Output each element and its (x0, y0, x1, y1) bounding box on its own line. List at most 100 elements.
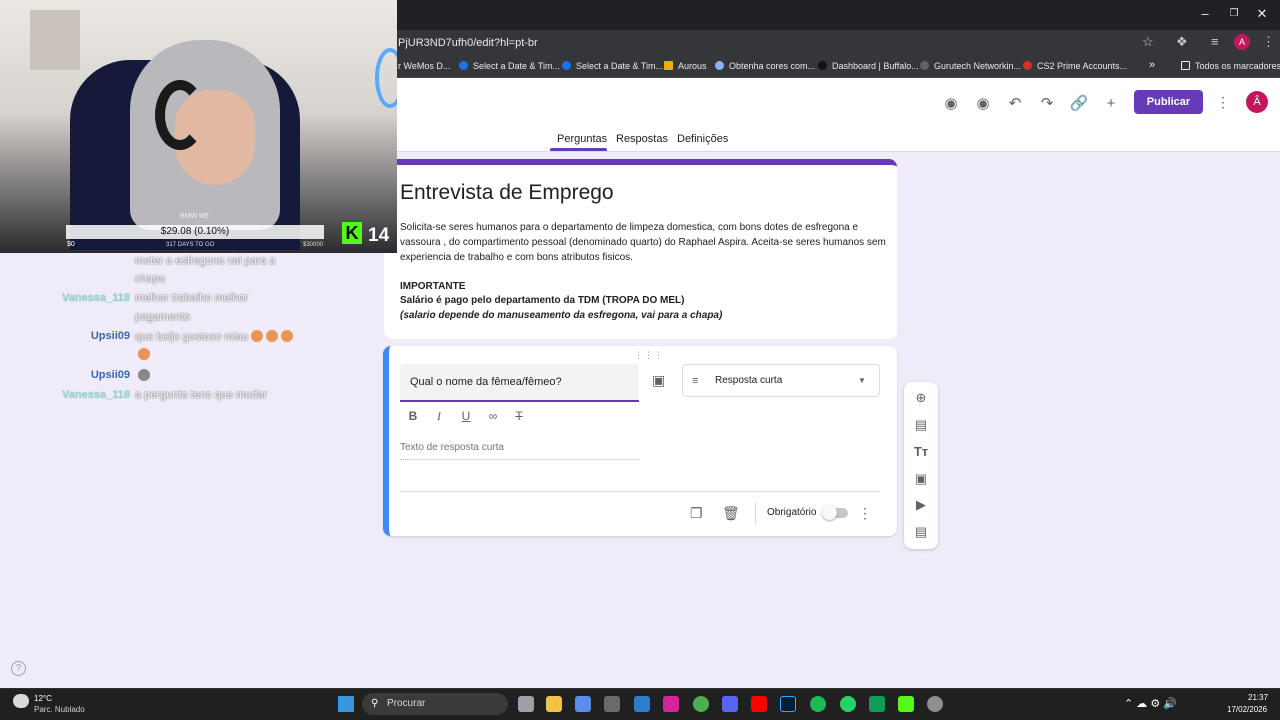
bookmark-item[interactable]: Obtenha cores com... (715, 61, 815, 71)
bookmark-item[interactable]: Select a Date & Tim... (562, 61, 663, 71)
outlook-icon[interactable] (634, 696, 650, 712)
form-description[interactable]: Solicita-se seres humanos para o departa… (400, 220, 890, 265)
delete-icon[interactable]: 🗑 (722, 505, 740, 522)
clock-date[interactable]: 17/02/2026 (1227, 705, 1267, 714)
copilot-icon[interactable] (575, 696, 591, 712)
add-video-icon[interactable]: ▶ (912, 497, 930, 513)
weather-temperature[interactable]: 12°C (34, 694, 52, 703)
taskbar-search[interactable]: Procurar (362, 693, 508, 715)
more-options-icon[interactable]: ⋮ (1216, 94, 1230, 111)
kick-app-icon[interactable] (898, 696, 914, 712)
instagram-icon[interactable] (663, 696, 679, 712)
chat-message: melhor trabalho melhor (135, 292, 249, 304)
reading-list-icon[interactable]: ≡ (1211, 34, 1219, 49)
italic-icon[interactable]: I (431, 409, 447, 424)
store-icon[interactable] (604, 696, 620, 712)
settings-icon[interactable] (927, 696, 943, 712)
footer-divider (755, 502, 756, 524)
browser-menu-icon[interactable]: ⋮ (1262, 34, 1275, 50)
weather-description[interactable]: Parc. Nublado (34, 705, 85, 714)
chat-message: meter a esfregona vai para a (135, 255, 276, 267)
ticker-min: $0 (67, 241, 75, 248)
windows-start-icon[interactable] (338, 696, 354, 712)
bookmark-item[interactable]: Select a Date & Tim... (459, 61, 560, 71)
bookmark-favicon-icon (664, 61, 673, 70)
description-important: IMPORTANTE (400, 281, 466, 292)
link-icon[interactable]: 🔗 (1069, 94, 1089, 114)
bookmark-star-icon[interactable]: ☆ (1142, 34, 1154, 50)
discord-icon[interactable] (722, 696, 738, 712)
chrome-icon[interactable] (693, 696, 709, 712)
underline-icon[interactable]: U (458, 409, 474, 423)
chat-message: a pergunta tens que mudar (135, 389, 268, 401)
question-title-input[interactable]: Qual o nome da fêmea/fêmeo? (400, 364, 639, 402)
add-question-icon[interactable]: ⊕ (912, 390, 930, 406)
emoji-icon (281, 330, 294, 342)
bookmark-item[interactable]: Dashboard | Buffalo... (818, 61, 919, 71)
bold-icon[interactable]: B (405, 409, 421, 423)
neon-light (375, 48, 397, 108)
tab-responses[interactable]: Respostas (616, 133, 668, 145)
add-collaborator-icon[interactable]: + (1101, 94, 1121, 114)
import-questions-icon[interactable]: ▤ (912, 417, 930, 433)
publish-button[interactable]: Publicar (1134, 90, 1203, 114)
user-avatar[interactable]: Â (1246, 91, 1268, 113)
bookmark-item[interactable]: Aurous (664, 61, 707, 71)
chevron-down-icon[interactable]: ▼ (858, 376, 866, 385)
required-toggle-knob[interactable] (822, 505, 837, 520)
youtube-icon[interactable] (751, 696, 767, 712)
whatsapp-icon[interactable] (840, 696, 856, 712)
duplicate-icon[interactable]: ❐ (690, 505, 703, 522)
bookmarks-overflow-button[interactable]: » (1149, 59, 1155, 71)
chat-message (135, 348, 150, 361)
question-more-icon[interactable]: ⋮ (858, 505, 872, 522)
system-tray[interactable]: ⌃ ☁ ⚙ 🔊 (1124, 697, 1177, 710)
bookmark-item[interactable]: Gurutech Networkin... (920, 61, 1021, 71)
bookmark-favicon-icon (818, 61, 827, 70)
redo-icon[interactable]: ↷ (1037, 94, 1057, 114)
emoji-icon (251, 330, 264, 342)
tab-questions[interactable]: Perguntas (557, 133, 607, 145)
tab-settings[interactable]: Definições (677, 133, 728, 145)
url-text[interactable]: PjUR3ND7ufh0/edit?hl=pt-br (398, 37, 538, 49)
chat-username: Vanessa_118 (62, 292, 130, 304)
chat-username: Vanessa_118 (62, 389, 130, 401)
preview-eye-icon[interactable]: ◉ (973, 94, 993, 114)
app-icon[interactable] (869, 696, 885, 712)
extensions-icon[interactable]: ❖ (1176, 34, 1188, 50)
browser-profile-avatar[interactable]: A (1234, 34, 1250, 50)
task-view-icon[interactable] (518, 696, 534, 712)
add-image-icon[interactable]: ▣ (912, 471, 930, 487)
form-title[interactable]: Entrevista de Emprego (400, 181, 614, 205)
chat-username: Upsii09 (90, 330, 130, 342)
bookmark-item[interactable]: CS2 Prime Accounts... (1023, 61, 1127, 71)
add-image-icon[interactable]: ▣ (652, 372, 665, 389)
required-label: Obrigatório (767, 507, 817, 518)
add-section-icon[interactable]: ▤ (912, 524, 930, 540)
undo-icon[interactable]: ↶ (1005, 94, 1025, 114)
add-title-icon[interactable]: Tт (912, 444, 930, 459)
restore-button[interactable]: ❐ (1224, 8, 1244, 19)
chat-username: Upsii09 (90, 369, 130, 381)
close-window-button[interactable]: ✕ (1252, 6, 1272, 22)
clear-format-icon[interactable]: T (511, 409, 527, 423)
clock-time[interactable]: 21:37 (1248, 693, 1268, 702)
photoshop-icon[interactable] (780, 696, 796, 712)
palette-icon[interactable]: ◉ (941, 94, 961, 114)
bookmark-favicon-icon (920, 61, 929, 70)
drag-handle-icon[interactable]: ⋮⋮⋮ (634, 350, 664, 361)
emoji-icon (138, 348, 150, 360)
minimize-button[interactable]: – (1195, 6, 1215, 21)
insert-link-icon[interactable]: ∞ (485, 409, 501, 423)
spotify-icon[interactable] (810, 696, 826, 712)
bookmark-item[interactable]: r WeMos D... (398, 61, 450, 71)
bookmark-favicon-icon (1023, 61, 1032, 70)
description-note: (salario depende do manuseamento da esfr… (400, 310, 723, 321)
bookmark-favicon-icon (459, 61, 468, 70)
active-tab-indicator (550, 148, 607, 151)
all-bookmarks-folder[interactable]: Todos os marcadores (1181, 61, 1280, 71)
file-explorer-icon[interactable] (546, 696, 562, 712)
weather-cloud-icon[interactable] (13, 694, 29, 708)
help-icon[interactable]: ? (11, 661, 26, 676)
question-type-select[interactable]: Resposta curta (682, 364, 880, 397)
